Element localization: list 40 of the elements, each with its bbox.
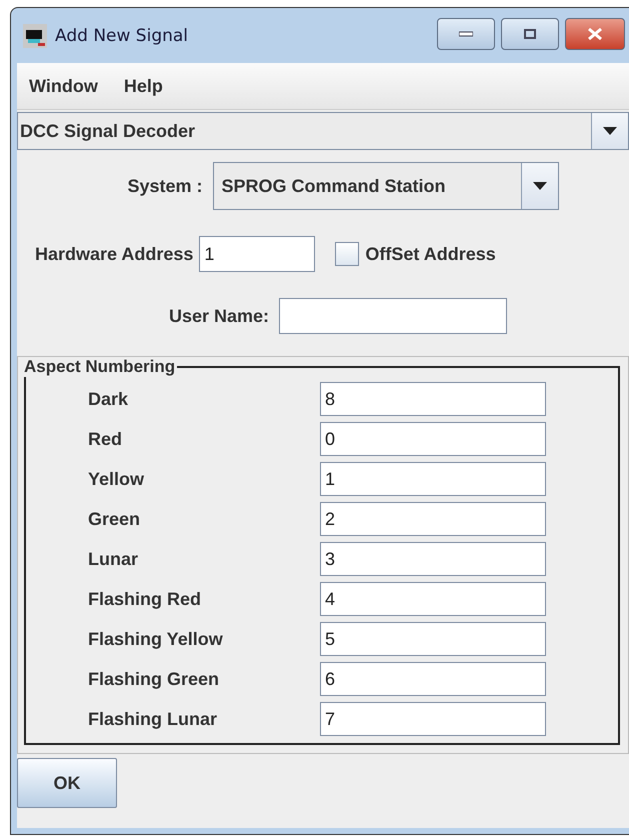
aspect-number-field[interactable]: 4: [320, 582, 546, 616]
dropdown-arrow-icon: [603, 127, 617, 135]
aspect-label: Flashing Red: [88, 588, 202, 610]
aspect-label: Lunar: [88, 548, 140, 570]
hardware-address-field[interactable]: 1: [199, 236, 316, 272]
user-name-label: User Name:: [168, 306, 270, 326]
system-label: System :: [127, 176, 203, 196]
close-icon: [587, 28, 603, 40]
group-title: Aspect Numbering: [23, 357, 176, 377]
aspect-label: Flashing Lunar: [88, 708, 218, 730]
close-button[interactable]: [565, 18, 625, 50]
aspect-number-field[interactable]: 0: [320, 422, 546, 456]
minimize-icon: [459, 30, 473, 36]
aspect-number-field[interactable]: 2: [320, 502, 546, 536]
aspect-number-field[interactable]: 3: [320, 542, 546, 576]
ok-button[interactable]: OK: [17, 758, 117, 808]
dropdown-arrow-icon: [532, 182, 547, 190]
offset-address-label: OffSet Address: [365, 244, 496, 264]
offset-address-checkbox[interactable]: [335, 242, 360, 266]
aspect-label: Yellow: [88, 468, 146, 490]
system-dropdown[interactable]: SPROG Command Station: [212, 162, 559, 210]
menu-item[interactable]: Window: [29, 76, 98, 96]
aspect-number-field[interactable]: 1: [320, 462, 546, 496]
minimize-button[interactable]: [437, 18, 495, 50]
maximize-icon: [524, 28, 536, 38]
aspect-label: Flashing Green: [88, 668, 220, 690]
signal-type-dropdown[interactable]: DCC Signal Decoder: [17, 112, 629, 150]
window-title: Add New Signal: [55, 26, 190, 46]
aspect-label: Green: [88, 508, 142, 530]
aspect-number-field[interactable]: 7: [320, 702, 546, 736]
aspect-label: Flashing Yellow: [88, 628, 224, 650]
aspect-number-field[interactable]: 5: [320, 622, 546, 656]
maximize-button[interactable]: [501, 18, 559, 50]
aspect-label: Dark: [88, 388, 130, 410]
aspect-number-field[interactable]: 6: [320, 662, 546, 696]
menu-item[interactable]: Help: [124, 76, 163, 96]
aspect-label: Red: [88, 428, 124, 450]
hardware-address-label: Hardware Address: [35, 244, 194, 264]
aspect-number-field[interactable]: 8: [320, 382, 546, 416]
user-name-field[interactable]: [279, 298, 508, 334]
